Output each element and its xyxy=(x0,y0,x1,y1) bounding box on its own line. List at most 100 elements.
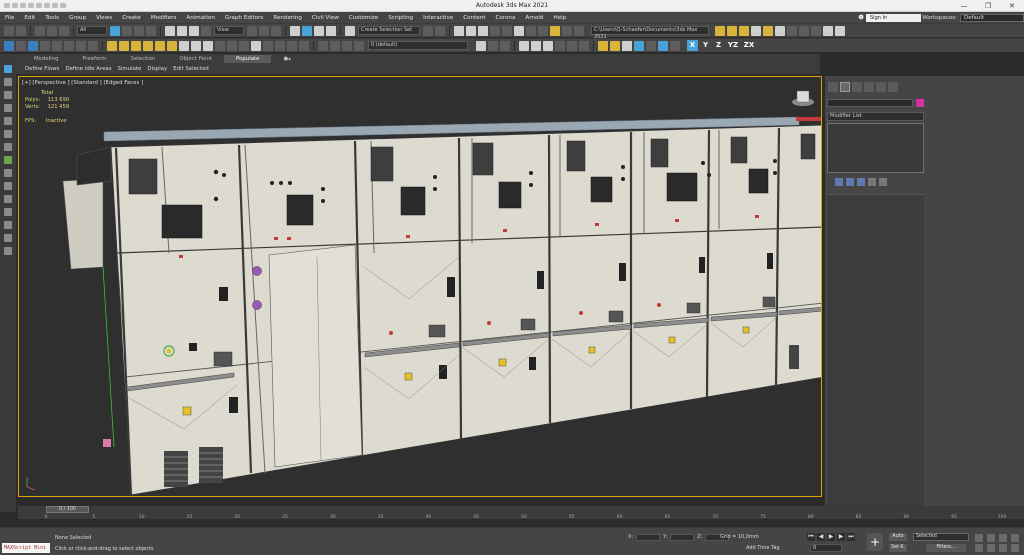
material-editor-icon[interactable] xyxy=(514,25,524,36)
previous-frame-icon[interactable]: ◀ xyxy=(817,533,825,541)
toggle-ribbon-icon[interactable] xyxy=(478,25,488,36)
layer-manager-icon[interactable] xyxy=(318,40,328,51)
spinner-snap-icon[interactable] xyxy=(326,25,336,36)
key-filters-button[interactable]: Filters... xyxy=(926,544,966,552)
system-icon[interactable] xyxy=(811,25,821,36)
menu-tools[interactable]: Tools xyxy=(40,15,64,21)
axis-zx-button[interactable]: ZX xyxy=(742,40,756,51)
menu-group[interactable]: Group xyxy=(64,15,91,21)
layer-hide-icon[interactable] xyxy=(342,40,352,51)
pivot-icon[interactable] xyxy=(247,25,257,36)
layer-add-icon[interactable] xyxy=(330,40,340,51)
layer-dropdown[interactable]: 0 (default) xyxy=(368,41,468,50)
viewport-config-icon[interactable] xyxy=(555,40,565,51)
show-end-result-icon[interactable] xyxy=(846,178,854,186)
modifier-list-dropdown[interactable]: Modifier List xyxy=(827,112,924,121)
menu-edit[interactable]: Edit xyxy=(19,15,40,21)
box-icon[interactable] xyxy=(107,40,117,51)
set-key-icon[interactable]: + xyxy=(867,533,883,551)
lathe-icon[interactable] xyxy=(263,40,273,51)
particle-icon[interactable] xyxy=(787,25,797,36)
key-filter-dropdown[interactable]: Selected xyxy=(913,533,969,541)
select-by-name-icon[interactable] xyxy=(122,25,132,36)
viewport-label[interactable]: [+] [Perspective ] [Standard ] [Edged Fa… xyxy=(22,80,143,86)
ribbon-simulate[interactable]: Simulate xyxy=(115,65,145,73)
restore-icon[interactable]: ❐ xyxy=(976,0,1000,12)
track-bar[interactable]: 0 5 10 15 20 25 30 35 40 45 50 55 60 65 70 75 80 85 90 95 10… xyxy=(45,515,1007,520)
rendered-frame-window-icon[interactable] xyxy=(538,25,548,36)
container-list-icon[interactable] xyxy=(4,234,12,242)
workspace-dropdown[interactable]: Default xyxy=(960,13,1024,22)
modifier-stack[interactable] xyxy=(827,123,924,173)
bone-list-icon[interactable] xyxy=(4,195,12,203)
cylinder-icon[interactable] xyxy=(739,25,749,36)
maximize-viewport-icon[interactable] xyxy=(1011,544,1019,552)
play-icon[interactable]: ▶ xyxy=(827,533,835,541)
menu-modifiers[interactable]: Modifiers xyxy=(146,15,182,21)
grid-icon[interactable] xyxy=(52,40,62,51)
motion-panel-icon[interactable] xyxy=(864,82,874,92)
viewport-icon[interactable] xyxy=(519,40,529,51)
viewport-quad-icon[interactable] xyxy=(543,40,553,51)
shell-icon[interactable] xyxy=(299,40,309,51)
teapot-icon[interactable] xyxy=(715,25,725,36)
redo-icon[interactable] xyxy=(16,25,26,36)
tab-populate[interactable]: Populate xyxy=(224,55,272,63)
snap-pivot-icon[interactable] xyxy=(634,40,644,51)
pan-icon[interactable] xyxy=(987,544,995,552)
configure-modifier-sets-icon[interactable] xyxy=(879,178,887,186)
statistics-icon[interactable] xyxy=(579,40,589,51)
create-panel-icon[interactable] xyxy=(828,82,838,92)
bevel-icon[interactable] xyxy=(287,40,297,51)
percent-snap-icon[interactable] xyxy=(314,25,324,36)
align-icon[interactable] xyxy=(435,25,445,36)
snap-endpoint-icon[interactable] xyxy=(658,40,668,51)
layer-freeze-icon[interactable] xyxy=(354,40,364,51)
time-slider[interactable]: 0 / 100 xyxy=(46,506,89,513)
menu-views[interactable]: Views xyxy=(91,15,117,21)
pin-stack-icon[interactable] xyxy=(835,178,843,186)
space-warp-icon[interactable] xyxy=(799,25,809,36)
menu-graph-editors[interactable]: Graph Editors xyxy=(220,15,268,21)
go-to-start-icon[interactable]: ⏮ xyxy=(807,533,815,541)
add-time-tag[interactable]: Add Time Tag xyxy=(746,545,780,551)
snaps-toggle-icon[interactable] xyxy=(290,25,300,36)
filter-icon[interactable] xyxy=(4,78,12,86)
viewport-layout-icon[interactable] xyxy=(28,40,38,51)
menu-interactive[interactable]: Interactive xyxy=(418,15,458,21)
spline-icon[interactable] xyxy=(203,40,213,51)
ribbon-define-flows[interactable]: Define Flows xyxy=(22,65,62,73)
render-setup-icon[interactable] xyxy=(526,25,536,36)
geosphere-icon[interactable] xyxy=(179,40,189,51)
object-color-swatch[interactable] xyxy=(916,99,924,107)
hierarchy-icon[interactable] xyxy=(4,91,12,99)
ribbon-options-icon[interactable]: ●▴ xyxy=(271,55,302,63)
render-online-icon[interactable] xyxy=(574,25,584,36)
edit-named-selection-icon[interactable] xyxy=(345,25,355,36)
close-icon[interactable]: ✕ xyxy=(1000,0,1024,12)
zoom-extents-icon[interactable] xyxy=(999,534,1007,542)
schematic-view-icon[interactable] xyxy=(502,25,512,36)
unlink-icon[interactable] xyxy=(47,25,57,36)
select-object-icon[interactable] xyxy=(110,25,120,36)
open-file-icon[interactable] xyxy=(4,40,14,51)
selection-filter-dropdown[interactable]: All xyxy=(77,26,107,35)
render-iterative-icon[interactable] xyxy=(562,25,572,36)
tab-object-paint[interactable]: Object Paint xyxy=(167,55,224,63)
orbit-icon[interactable] xyxy=(999,544,1007,552)
selection-region-icon[interactable] xyxy=(134,25,144,36)
project-folder-dropdown[interactable]: C:\Users\Q-Schaefer\Documents\3ds Max 20… xyxy=(591,26,709,40)
zoom-extents-all-icon[interactable] xyxy=(1011,534,1019,542)
axis-z-button[interactable]: Z xyxy=(713,40,724,51)
zoom-all-icon[interactable] xyxy=(987,534,995,542)
snap-vertex-icon[interactable] xyxy=(598,40,608,51)
isolate-icon[interactable] xyxy=(40,40,50,51)
tube-icon[interactable] xyxy=(143,40,153,51)
compound-icon[interactable] xyxy=(227,40,237,51)
ribbon-define-idle-areas[interactable]: Define Idle Areas xyxy=(62,65,114,73)
make-unique-icon[interactable] xyxy=(857,178,865,186)
link-icon[interactable] xyxy=(35,25,45,36)
go-to-end-icon[interactable]: ⏭ xyxy=(847,533,855,541)
undo-icon[interactable] xyxy=(4,25,14,36)
field-of-view-icon[interactable] xyxy=(975,544,983,552)
